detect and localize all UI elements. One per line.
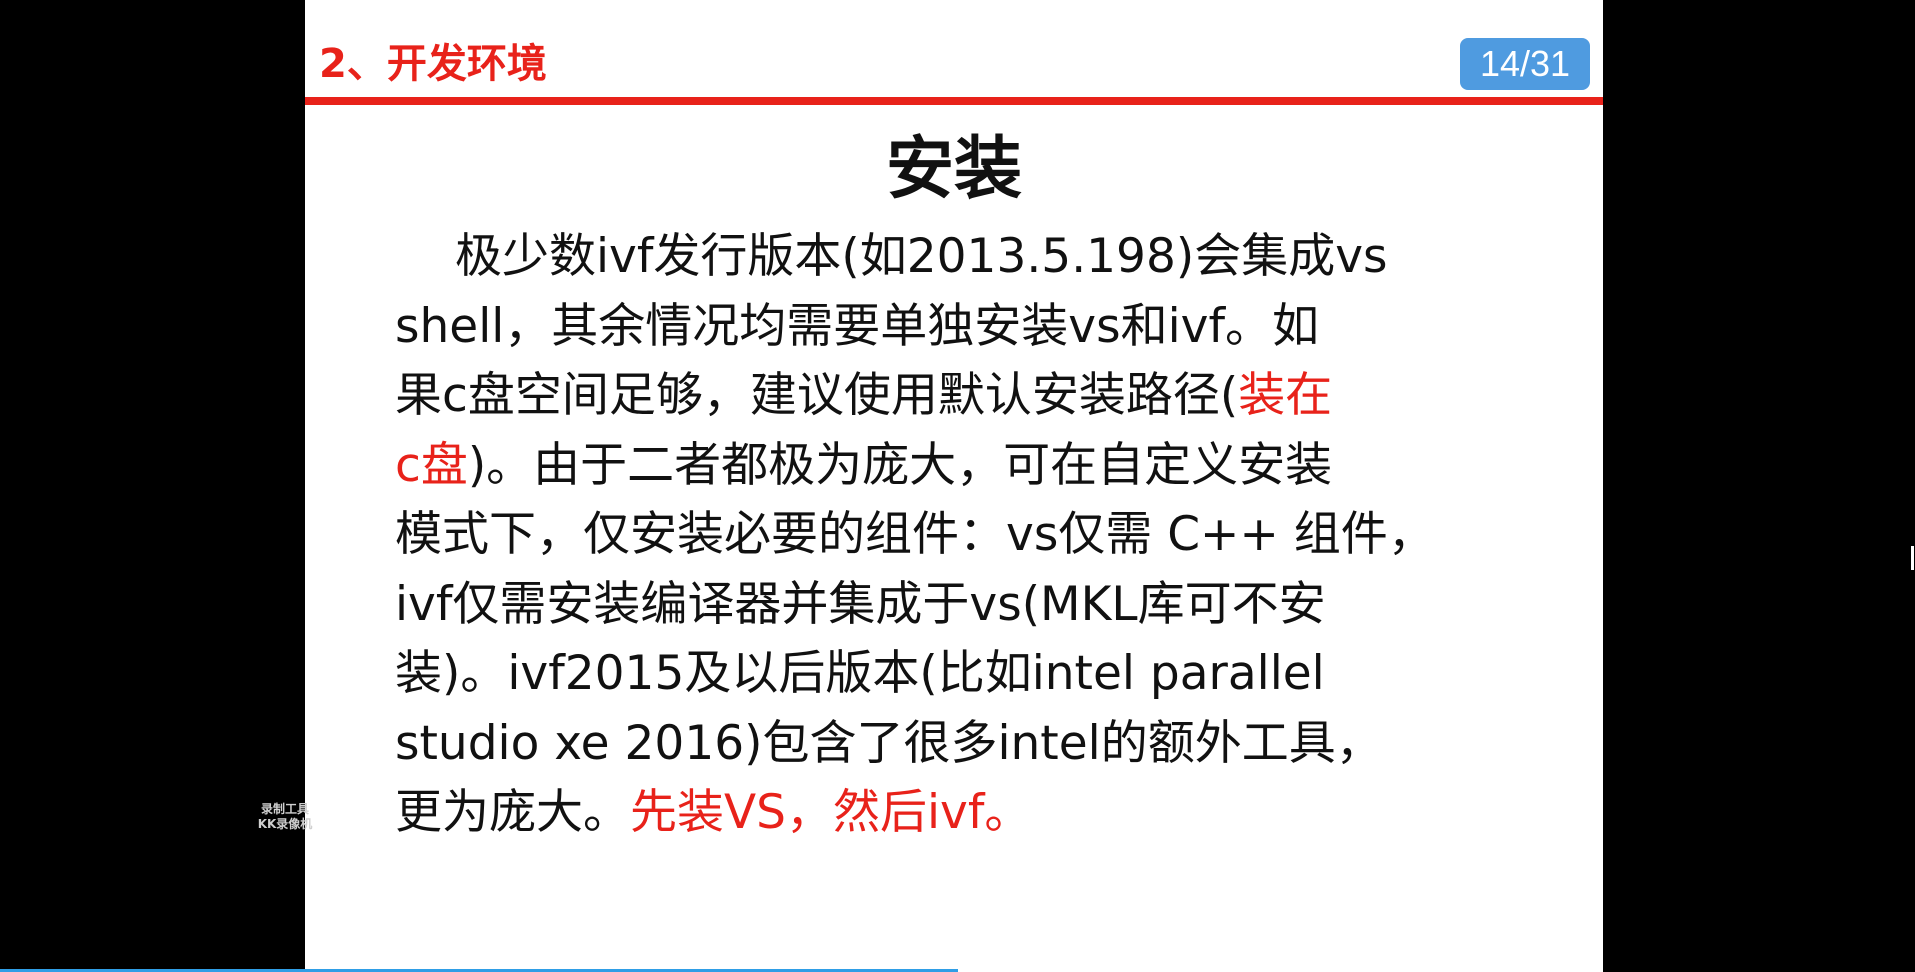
presentation-slide: 2、开发环境 14/31 安装 极少数ivf发行版本(如2013.5.198)会… (305, 0, 1603, 972)
watermark-line-1: 录制工具 (260, 802, 309, 816)
body-line-7: 装)。ivf2015及以后版本(比如intel parallel (395, 646, 1325, 701)
body-line-3: 果c盘空间足够，建议使用默认安装路径(装在 (395, 361, 1570, 431)
body-line-2: shell，其余情况均需要单独安装vs和ivf。如 (395, 298, 1320, 354)
body-line-9: 更为庞大。先装VS，然后ivf。 (395, 778, 1570, 848)
scroll-edge-marker (1911, 546, 1914, 570)
body-line-1: 极少数ivf发行版本(如2013.5.198)会集成vs (455, 229, 1388, 284)
recorder-watermark: 录制工具 KK录像机 (240, 802, 330, 832)
body-line-8: studio xe 2016)包含了很多intel的额外工具， (395, 715, 1383, 771)
title-divider (305, 97, 1603, 105)
body-line-5: 模式下，仅安装必要的组件：vs仅需 C++ 组件， (395, 507, 1435, 562)
body-line-3-text: 果c盘空间足够，建议使用默认安装路径( (395, 368, 1239, 423)
slide-body-text: 极少数ivf发行版本(如2013.5.198)会集成vs shell，其余情况均… (395, 222, 1570, 848)
body-line-4-text: )。由于二者都极为庞大，可在自定义安装 (467, 437, 1333, 493)
watermark-line-2: KK录像机 (257, 817, 313, 831)
body-line-4: c盘)。由于二者都极为庞大，可在自定义安装 (395, 431, 1570, 501)
section-title: 2、开发环境 (319, 41, 547, 87)
video-player-frame: 2、开发环境 14/31 安装 极少数ivf发行版本(如2013.5.198)会… (0, 0, 1915, 972)
page-number-badge: 14/31 (1460, 38, 1590, 90)
highlight-install-path: 装在 (1238, 368, 1333, 423)
slide-heading: 安装 (885, 129, 1022, 209)
body-line-9-text: 更为庞大。 (395, 785, 630, 840)
highlight-install-order: 先装VS，然后ivf。 (630, 785, 1032, 840)
highlight-c-drive: c盘 (395, 437, 468, 493)
body-line-6: ivf仅需安装编译器并集成于vs(MKL库可不安 (395, 576, 1326, 632)
